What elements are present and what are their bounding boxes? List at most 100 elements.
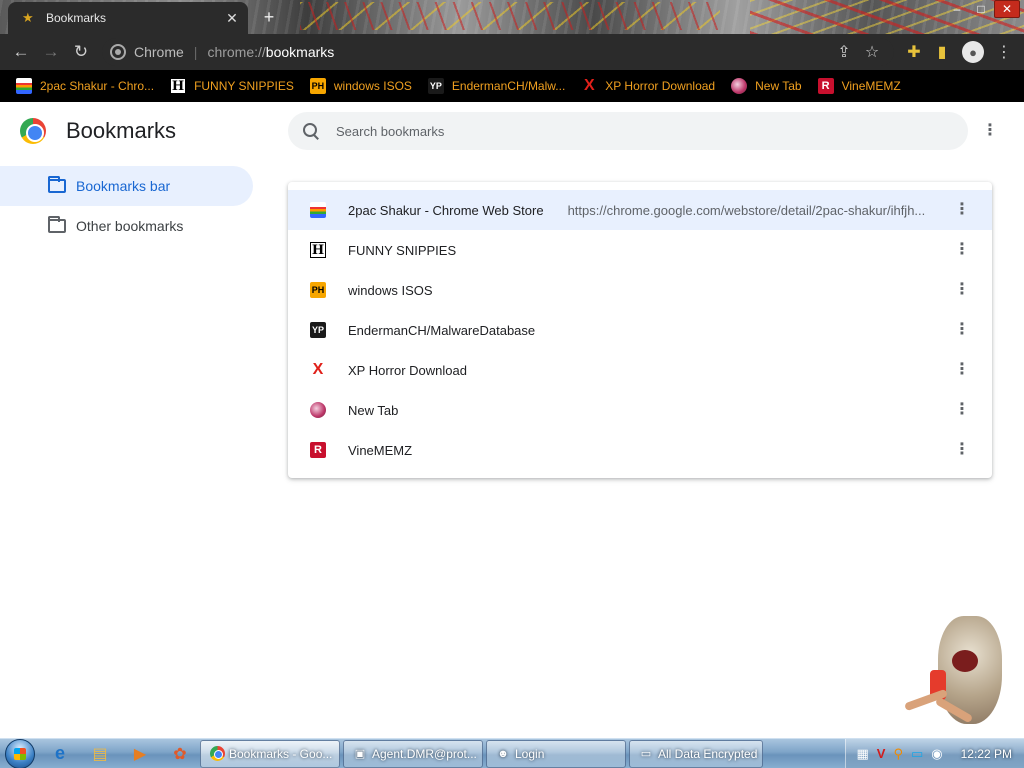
bookmark-star-button[interactable]: ☆ xyxy=(858,38,886,66)
r-favicon-icon: R xyxy=(310,442,326,458)
omnibox-label: Chrome xyxy=(134,44,184,60)
internet-explorer-icon: e xyxy=(54,743,65,763)
search-tray-icon[interactable]: ⚲ xyxy=(893,746,903,762)
tab-close-button[interactable]: ✕ xyxy=(224,10,240,26)
side-panel-icon: ▮ xyxy=(937,44,947,61)
star-icon: ★ xyxy=(22,10,34,25)
forward-button[interactable]: → xyxy=(36,37,66,67)
kebab-menu-icon: ⋮ xyxy=(954,361,970,378)
tab-title: Bookmarks xyxy=(46,11,107,25)
sidebar-item-label: Bookmarks bar xyxy=(76,178,171,194)
bookmark-bar-item[interactable]: YP EndermanCH/Malw... xyxy=(420,72,573,100)
desktop-mascot-character xyxy=(898,614,1008,738)
list-item[interactable]: YP EndermanCH/MalwareDatabase ⋮ xyxy=(288,310,992,350)
list-item[interactable]: R VineMEMZ ⋮ xyxy=(288,430,992,470)
r-favicon-icon: R xyxy=(817,78,834,94)
clock[interactable]: 12:22 PM xyxy=(961,747,1012,761)
antivirus-icon[interactable]: V xyxy=(877,746,886,761)
taskbar-button-agent[interactable]: ▣ Agent.DMR@prot... xyxy=(343,739,483,768)
start-button[interactable] xyxy=(0,738,40,768)
bookmark-title: XP Horror Download xyxy=(348,362,467,378)
reload-button[interactable]: ↻ xyxy=(66,37,96,67)
folder-icon: ▤ xyxy=(92,745,108,763)
bookmark-bar-item[interactable]: X XP Horror Download xyxy=(573,72,723,100)
bookmark-title: windows ISOS xyxy=(348,282,433,298)
h-favicon-icon: H xyxy=(310,242,326,258)
browser-menu-button[interactable]: ⋮ xyxy=(990,38,1018,66)
window-icon: ▭ xyxy=(640,748,652,760)
item-menu-button[interactable]: ⋮ xyxy=(952,360,972,380)
list-item[interactable]: H FUNNY SNIPPIES ⋮ xyxy=(288,230,992,270)
taskbar: e ▤ ▶ ✿ Bookmarks - Goo... ▣ Agent.DMR@p… xyxy=(0,738,1024,768)
star-outline-icon: ☆ xyxy=(864,44,880,61)
item-menu-button[interactable]: ⋮ xyxy=(952,280,972,300)
globe-favicon-icon xyxy=(310,402,326,418)
item-menu-button[interactable]: ⋮ xyxy=(952,400,972,420)
volume-icon[interactable]: ◉ xyxy=(931,746,942,762)
item-menu-button[interactable]: ⋮ xyxy=(952,320,972,340)
organize-menu-button[interactable]: ⋮ xyxy=(980,121,1000,141)
profile-avatar[interactable]: ● xyxy=(962,41,984,63)
address-bar[interactable]: Chrome | chrome:// bookmarks ⇪ ☆ xyxy=(102,38,894,66)
taskbar-button-chrome[interactable]: Bookmarks - Goo... xyxy=(200,739,340,768)
tab-bookmarks[interactable]: ★ Bookmarks ✕ xyxy=(8,2,248,34)
sidebar-item-label: Other bookmarks xyxy=(76,218,184,234)
search-box[interactable] xyxy=(288,112,968,150)
quicklaunch-media[interactable]: ▶ xyxy=(120,739,160,768)
bookmark-bar-item[interactable]: PH windows ISOS xyxy=(302,72,420,100)
ph-favicon-icon: PH xyxy=(309,78,326,94)
new-tab-button[interactable]: + xyxy=(258,6,280,28)
bookmark-title: EndermanCH/MalwareDatabase xyxy=(348,322,536,338)
list-item[interactable]: X XP Horror Download ⋮ xyxy=(288,350,992,390)
quicklaunch-ie[interactable]: e xyxy=(40,739,80,768)
taskbar-button-encrypted[interactable]: ▭ All Data Encrypted xyxy=(629,739,763,768)
page-title: Bookmarks xyxy=(66,118,177,143)
network-icon[interactable]: ▦ xyxy=(856,746,868,762)
bookmark-url: https://chrome.google.com/webstore/detai… xyxy=(567,202,926,218)
ph-favicon-icon: PH xyxy=(310,282,326,298)
arrow-left-icon: ← xyxy=(12,42,30,61)
extensions-button[interactable]: ✚ xyxy=(900,38,928,66)
taskbar-button-login[interactable]: ☻ Login xyxy=(486,739,626,768)
close-window-button[interactable]: ✕ xyxy=(994,0,1020,18)
kebab-menu-icon: ⋮ xyxy=(954,281,970,298)
quicklaunch-explorer[interactable]: ▤ xyxy=(80,739,120,768)
media-player-icon: ▶ xyxy=(133,745,147,763)
search-input[interactable] xyxy=(336,123,954,139)
item-menu-button[interactable]: ⋮ xyxy=(952,200,972,220)
share-button[interactable]: ⇪ xyxy=(830,38,858,66)
list-item[interactable]: PH windows ISOS ⋮ xyxy=(288,270,992,310)
minimize-button[interactable]: – xyxy=(946,0,968,18)
side-panel-button[interactable]: ▮ xyxy=(928,38,956,66)
sidebar-item-bookmarks-bar[interactable]: Bookmarks bar xyxy=(0,166,253,206)
bookmark-bar-item[interactable]: New Tab xyxy=(723,72,809,100)
title-bar: ★ Bookmarks ✕ + – □ ✕ xyxy=(0,0,1024,34)
bookmark-title: 2pac Shakur - Chrome Web Store xyxy=(348,202,544,218)
puzzle-icon: ✚ xyxy=(907,44,921,61)
bookmark-bar-item[interactable]: R VineMEMZ xyxy=(810,72,909,100)
chrome-badge-icon xyxy=(110,44,126,60)
sidebar-item-other-bookmarks[interactable]: Other bookmarks xyxy=(0,206,253,246)
bookmark-title: New Tab xyxy=(348,402,399,418)
bookmarks-bar: 2pac Shakur - Chro... H FUNNY SNIPPIES PH… xyxy=(0,70,1024,102)
wallpaper-graffiti xyxy=(300,2,720,30)
kebab-menu-icon: ⋮ xyxy=(982,122,998,139)
arrow-right-icon: → xyxy=(42,42,60,61)
yp-favicon-icon: YP xyxy=(427,78,444,94)
back-button[interactable]: ← xyxy=(6,37,36,67)
maximize-button[interactable]: □ xyxy=(970,0,992,18)
folder-icon xyxy=(48,216,66,233)
item-menu-button[interactable]: ⋮ xyxy=(952,240,972,260)
search-icon xyxy=(302,122,320,140)
system-tray: ▦ V ⚲ ▭ ◉ 12:22 PM xyxy=(845,738,1024,768)
item-menu-button[interactable]: ⋮ xyxy=(952,440,972,460)
list-item[interactable]: 2pac Shakur - Chrome Web Store https://c… xyxy=(288,190,992,230)
user-icon: ☻ xyxy=(497,747,509,760)
bookmark-bar-item[interactable]: 2pac Shakur - Chro... xyxy=(8,72,162,100)
window-icon: ▣ xyxy=(354,748,366,760)
bookmark-list: 2pac Shakur - Chrome Web Store https://c… xyxy=(288,182,992,478)
display-icon[interactable]: ▭ xyxy=(911,746,923,762)
list-item[interactable]: New Tab ⋮ xyxy=(288,390,992,430)
bookmark-bar-item[interactable]: H FUNNY SNIPPIES xyxy=(162,72,302,100)
quicklaunch-app[interactable]: ✿ xyxy=(160,739,200,768)
